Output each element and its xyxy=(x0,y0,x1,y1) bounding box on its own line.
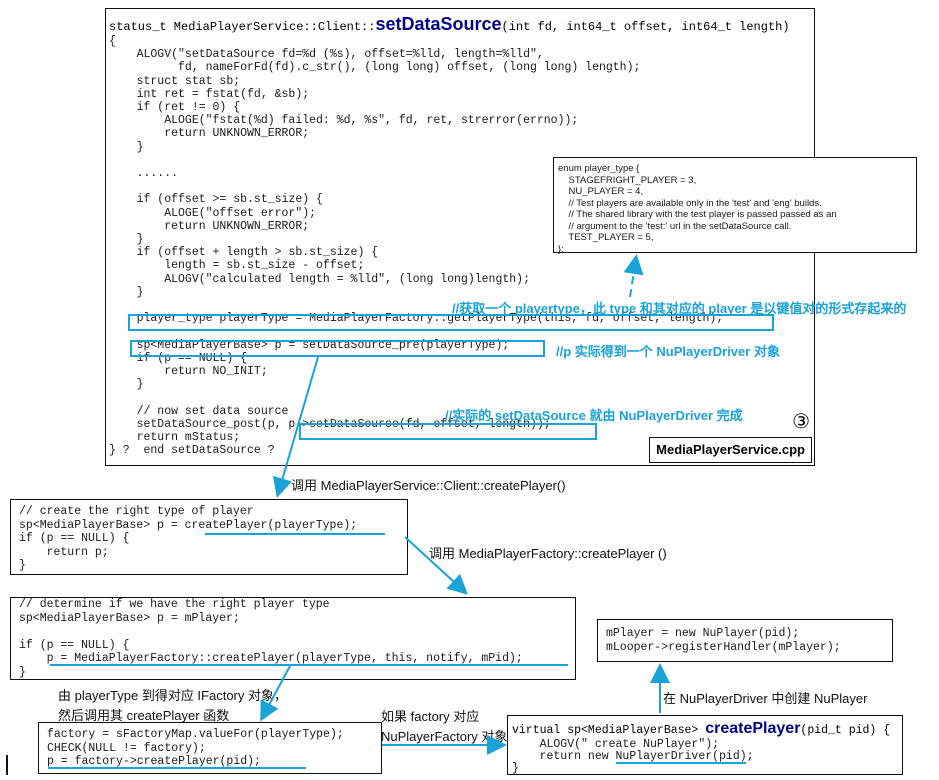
arrow-enum-dashed xyxy=(623,254,644,298)
arrow-to-box2 xyxy=(272,356,319,498)
arrows-layer xyxy=(6,254,670,775)
arrow-to-box4 xyxy=(260,665,291,722)
arrow-to-box3 xyxy=(404,536,468,595)
